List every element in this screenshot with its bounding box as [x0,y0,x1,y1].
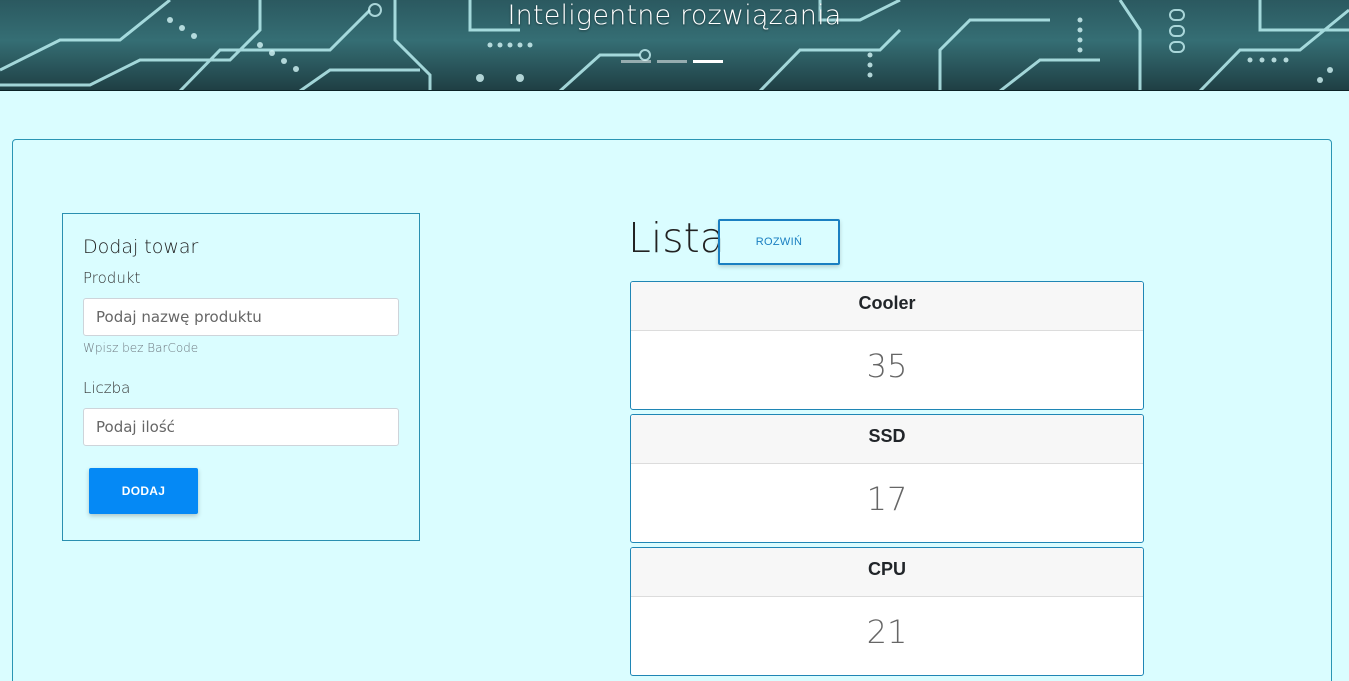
item-count: 21 [866,613,908,651]
carousel-indicator-3[interactable] [693,60,723,63]
list-item: SSD 17 [630,414,1144,543]
list-item: CPU 21 [630,547,1144,676]
item-count: 17 [866,480,908,518]
hero-carousel: Inteligentne rozwiązania [0,0,1349,91]
list-item: Cooler 35 [630,281,1144,410]
form-title: Dodaj towar [83,236,199,258]
product-label: Produkt [83,269,141,287]
item-name: Cooler [631,282,1143,331]
add-product-form: Dodaj towar Produkt Wpisz bez BarCode Li… [62,213,420,541]
quantity-label: Liczba [83,379,131,397]
quantity-input[interactable] [83,408,399,446]
carousel-indicators [621,60,723,63]
hero-caption: Inteligentne rozwiązania [507,0,842,31]
product-name-input[interactable] [83,298,399,336]
item-name: SSD [631,415,1143,464]
list-title: Lista [628,214,725,262]
item-name: CPU [631,548,1143,597]
carousel-indicator-2[interactable] [657,60,687,63]
product-hint: Wpisz bez BarCode [83,341,199,355]
expand-button[interactable]: ROZWIŃ [718,219,840,265]
add-button[interactable]: DODAJ [89,468,198,514]
item-count: 35 [866,347,908,385]
carousel-indicator-1[interactable] [621,60,651,63]
